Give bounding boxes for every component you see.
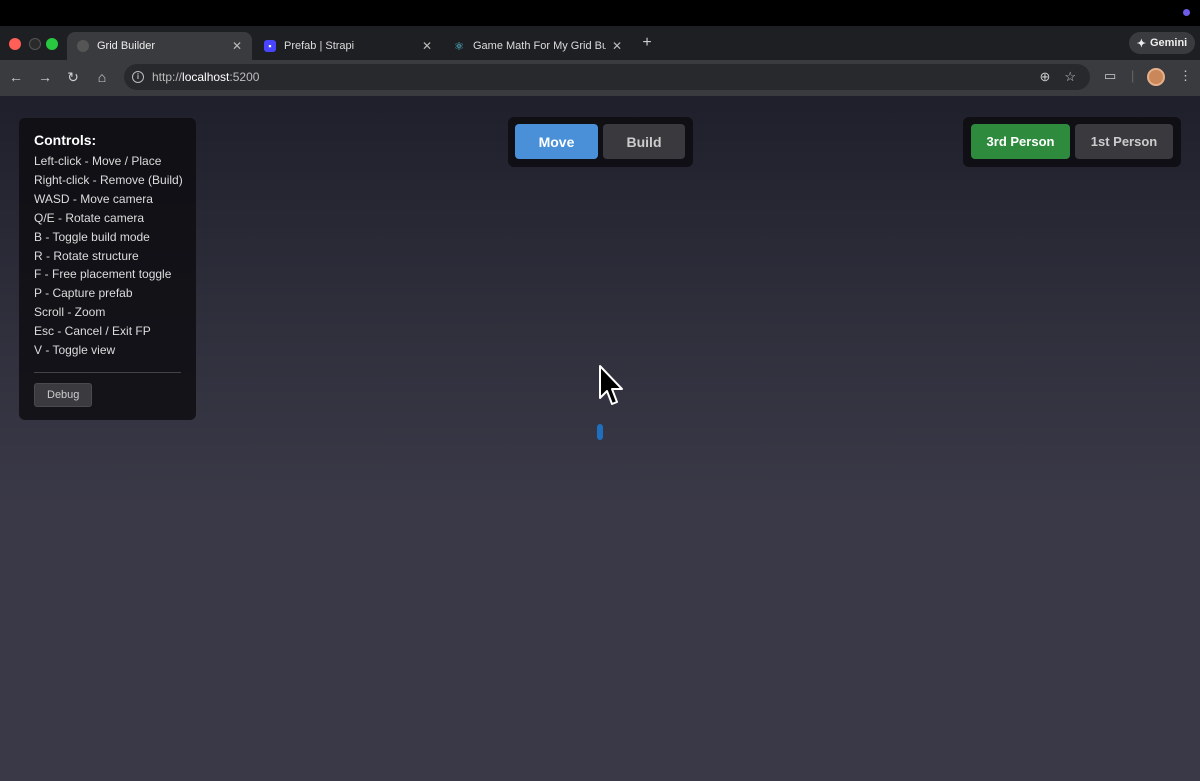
url-text[interactable]: http://localhost:5200 [152, 70, 1039, 84]
control-hint: Esc - Cancel / Exit FP [34, 324, 151, 339]
control-hint: R - Rotate structure [34, 248, 139, 263]
gemini-label: Gemini [1149, 37, 1188, 49]
divider [34, 371, 181, 373]
mode-toggle: Move Build [508, 117, 693, 167]
address-bar[interactable]: i http://localhost:5200 ⊕ ☆ [124, 64, 1090, 90]
control-hint: B - Toggle build mode [34, 229, 150, 244]
toolbar-divider: | [1131, 68, 1135, 83]
close-window-button[interactable] [9, 38, 21, 50]
debug-button[interactable]: Debug [34, 382, 93, 407]
player-character [597, 424, 603, 440]
tab-grid-builder[interactable]: Grid Builder ✕ [67, 32, 252, 60]
control-hint: WASD - Move camera [34, 191, 153, 206]
first-person-button[interactable]: 1st Person [1075, 124, 1173, 159]
back-icon[interactable]: ← [7, 68, 25, 86]
control-hint: Q/E - Rotate camera [34, 210, 145, 225]
forward-icon[interactable]: → [36, 68, 54, 86]
tab-label: Prefab | Strapi [284, 40, 355, 52]
react-icon: ⚛ [454, 40, 464, 53]
zoom-icon[interactable]: ⊕ [1039, 69, 1050, 85]
mouse-cursor-icon [599, 365, 623, 405]
globe-icon [77, 40, 89, 52]
tab-prefab-strapi[interactable]: ▪ Prefab | Strapi ✕ [254, 32, 442, 60]
os-menu-bar [0, 0, 1200, 26]
more-menu-icon[interactable]: ⋮ [1179, 68, 1192, 84]
status-dot-icon [1183, 9, 1190, 16]
close-tab-icon[interactable]: ✕ [232, 39, 242, 53]
tab-search-icon[interactable]: ▭ [1104, 68, 1116, 84]
tab-label: Grid Builder [97, 40, 156, 52]
strapi-icon: ▪ [264, 40, 276, 52]
build-button[interactable]: Build [603, 124, 685, 159]
new-tab-icon[interactable]: + [640, 33, 654, 53]
reload-icon[interactable]: ↻ [64, 68, 82, 86]
home-icon[interactable]: ⌂ [93, 68, 111, 86]
close-tab-icon[interactable]: ✕ [422, 39, 432, 53]
third-person-button[interactable]: 3rd Person [971, 124, 1070, 159]
control-hint: Scroll - Zoom [34, 305, 106, 320]
view-toggle: 3rd Person 1st Person [963, 117, 1181, 167]
control-hint: F - Free placement toggle [34, 267, 172, 282]
site-info-icon[interactable]: i [132, 71, 144, 83]
profile-avatar[interactable] [1147, 68, 1165, 86]
control-hint: Right-click - Remove (Build) [34, 172, 183, 187]
controls-panel: Controls: Left-click - Move / Place Right… [19, 118, 196, 420]
control-hint: V - Toggle view [34, 343, 116, 358]
move-button[interactable]: Move [515, 124, 598, 159]
tab-game-math[interactable]: ⚛ Game Math For My Grid Build ✕ [443, 32, 632, 60]
sparkle-icon: ✦ [1136, 37, 1146, 50]
control-hint: P - Capture prefab [34, 286, 133, 301]
gemini-button[interactable]: ✦ Gemini [1129, 32, 1195, 54]
tab-label: Game Math For My Grid Build [473, 40, 606, 52]
control-hint: Left-click - Move / Place [34, 154, 162, 168]
bookmark-star-icon[interactable]: ☆ [1064, 69, 1076, 85]
minimize-window-button[interactable] [29, 38, 41, 50]
close-tab-icon[interactable]: ✕ [612, 39, 622, 53]
controls-title: Controls: [34, 132, 97, 148]
maximize-window-button[interactable] [46, 38, 58, 50]
